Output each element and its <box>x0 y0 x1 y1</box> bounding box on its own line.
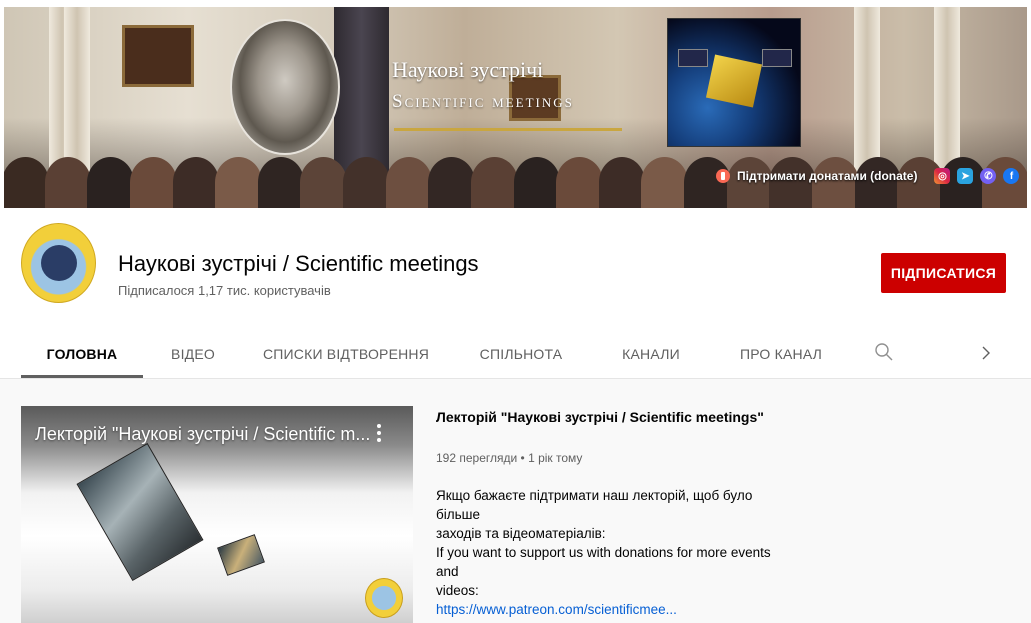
channel-name: Наукові зустрічі / Scientific meetings <box>118 251 479 276</box>
channel-tabs: ГОЛОВНА ВІДЕО СПИСКИ ВІДТВОРЕННЯ СПІЛЬНО… <box>21 330 1027 378</box>
description-line: заходів та відеоматеріалів: <box>436 526 606 541</box>
satellite-body <box>705 54 763 108</box>
patreon-link[interactable]: https://www.patreon.com/scientificmee... <box>436 602 677 617</box>
subscribe-button[interactable]: ПІДПИСАТИСЯ <box>881 253 1006 293</box>
tab-home[interactable]: ГОЛОВНА <box>21 330 143 378</box>
description-line: Якщо бажаєте підтримати наш лекторій, що… <box>436 488 753 522</box>
banner-curtain <box>334 7 389 177</box>
featured-video-meta: 192 перегляди • 1 рік тому <box>436 451 583 465</box>
channel-banner: Наукові зустрічі Scientific meetings Під… <box>4 7 1027 208</box>
thumbnail-photo <box>217 534 265 576</box>
donate-link[interactable]: Підтримати донатами (donate) <box>737 169 917 183</box>
thumbnail-photo <box>76 443 204 581</box>
satellite-panel <box>678 49 708 67</box>
tab-videos[interactable]: ВІДЕО <box>161 330 225 378</box>
featured-video-player[interactable]: Лекторій "Наукові зустрічі / Scientific … <box>21 406 413 623</box>
patreon-icon[interactable] <box>716 169 730 183</box>
banner-painting <box>122 25 194 87</box>
avatar-emblem <box>40 245 77 281</box>
chevron-right-icon[interactable] <box>976 342 996 364</box>
satellite-panel <box>762 49 792 67</box>
banner-links: Підтримати донатами (donate) ◎ ➤ ✆ f <box>716 164 1020 188</box>
thumbnail-channel-logo <box>365 578 403 618</box>
instagram-icon[interactable]: ◎ <box>934 168 951 184</box>
tab-playlists[interactable]: СПИСКИ ВІДТВОРЕННЯ <box>261 330 431 378</box>
tab-community[interactable]: СПІЛЬНОТА <box>473 330 569 378</box>
tab-about[interactable]: ПРО КАНАЛ <box>726 330 836 378</box>
banner-divider <box>394 128 622 131</box>
banner-seal-photo <box>230 19 340 155</box>
search-icon[interactable] <box>874 342 894 362</box>
channel-avatar[interactable] <box>21 223 96 303</box>
featured-video-title[interactable]: Лекторій "Наукові зустрічі / Scientific … <box>436 409 764 425</box>
banner-title-en: Scientific meetings <box>392 91 574 112</box>
viber-icon[interactable]: ✆ <box>980 168 997 184</box>
banner-title-ua: Наукові зустрічі <box>392 57 544 82</box>
banner-satellite-image <box>667 18 801 147</box>
subscriber-count: Підписалося 1,17 тис. користувачів <box>118 283 331 298</box>
description-line: videos: <box>436 583 479 598</box>
thumbnail-title[interactable]: Лекторій "Наукові зустрічі / Scientific … <box>35 424 370 445</box>
featured-video-description: Якщо бажаєте підтримати наш лекторій, що… <box>436 486 796 619</box>
description-line: If you want to support us with donations… <box>436 545 771 579</box>
telegram-icon[interactable]: ➤ <box>957 168 974 184</box>
facebook-icon[interactable]: f <box>1003 168 1020 184</box>
tab-channels[interactable]: КАНАЛИ <box>611 330 691 378</box>
more-vert-icon[interactable] <box>371 420 387 446</box>
